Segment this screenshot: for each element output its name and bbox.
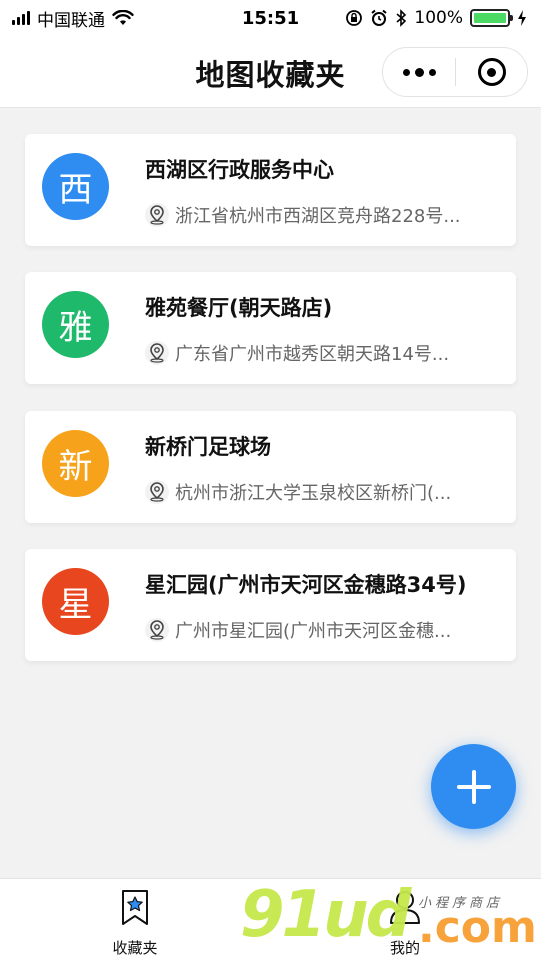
place-name: 新桥门足球场 [145,435,271,459]
watermark-main: 91ud [240,878,411,952]
nav-bar: 地图收藏夹 [0,36,541,108]
place-avatar: 星 [42,568,109,635]
more-dot [414,67,424,77]
tab-label: 收藏夹 [112,939,158,957]
status-left: 中国联通 [12,6,134,31]
place-avatar: 雅 [42,291,109,358]
place-name: 星汇园(广州市天河区金穗路34号) [145,573,467,597]
place-avatar: 新 [42,430,109,497]
favorite-card[interactable]: 星 星汇园(广州市天河区金穗路34号) 广州市星汇园(广州市天河区金穗... [25,549,516,661]
place-address: 浙江省杭州市西湖区竞舟路228号... [175,206,461,227]
location-pin-icon [145,480,169,504]
place-address-row: 浙江省杭州市西湖区竞舟路228号... [145,202,505,228]
favorite-card[interactable]: 新 新桥门足球场 杭州市浙江大学玉泉校区新桥门(... [25,411,516,523]
watermark-logo: 91ud 小程序商店 .com [240,878,540,960]
add-favorite-button[interactable] [431,744,516,829]
favorite-card[interactable]: 西 西湖区行政服务中心 浙江省杭州市西湖区竞舟路228号... [25,134,516,246]
place-address: 广东省广州市越秀区朝天路14号... [175,344,450,365]
place-name: 西湖区行政服务中心 [145,158,334,182]
battery-icon [470,9,513,27]
wifi-icon [112,10,134,25]
mini-program-capsule [382,47,528,97]
carrier-name: 中国联通 [37,10,105,31]
bluetooth-icon [396,9,407,27]
place-address-row: 杭州市浙江大学玉泉校区新桥门(... [145,479,505,505]
location-pin-icon [145,203,169,227]
status-right: 100% [345,8,527,28]
more-menu-button[interactable] [383,48,455,96]
place-name: 雅苑餐厅(朝天路店) [145,296,333,320]
target-icon [477,58,506,86]
place-address: 广州市星汇园(广州市天河区金穗... [175,621,452,642]
watermark-suffix: .com [418,902,537,953]
close-mini-program-button[interactable] [456,48,527,96]
location-pin-icon [145,618,169,642]
favorite-card[interactable]: 雅 雅苑餐厅(朝天路店) 广东省广州市越秀区朝天路14号... [25,272,516,384]
status-time: 15:51 [241,7,300,29]
signal-icon [12,11,30,25]
place-avatar: 西 [42,153,109,220]
battery-percent: 100% [414,8,463,28]
battery-fill [474,13,506,23]
location-pin-icon [145,341,169,365]
alarm-icon [371,9,388,26]
place-address: 杭州市浙江大学玉泉校区新桥门(... [175,483,452,504]
more-dot [428,68,436,76]
place-address-row: 广东省广州市越秀区朝天路14号... [145,340,505,366]
charging-icon [518,10,526,26]
place-address-row: 广州市星汇园(广州市天河区金穗... [145,617,505,643]
rotation-lock-icon [346,10,363,26]
more-dot [402,68,410,76]
bookmark-star-icon [122,890,148,925]
status-bar: 中国联通 15:51 100% [0,0,541,36]
tab-favorites[interactable]: 收藏夹 [85,879,185,960]
plus-icon [456,769,491,804]
